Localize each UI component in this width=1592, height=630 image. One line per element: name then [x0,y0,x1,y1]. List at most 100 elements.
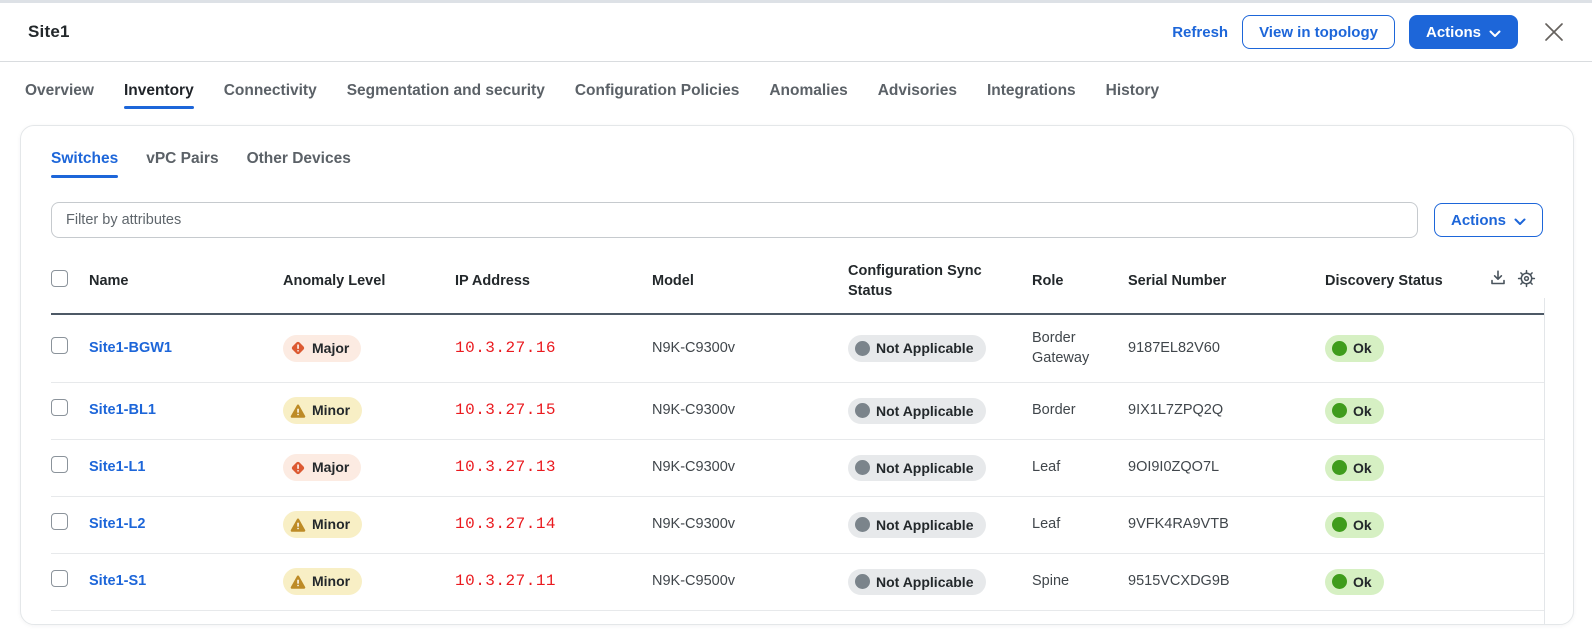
page-title: Site1 [28,22,70,42]
table-row[interactable]: Site1-L1 Major 10.3.27.13 N9K-C9300v Not… [51,440,1544,497]
tab-overview[interactable]: Overview [25,82,94,109]
role: Border Gateway [1032,330,1089,366]
switch-name-link[interactable]: Site1-S1 [89,573,146,589]
green-status-dot [1332,517,1347,532]
model: N9K-C9300v [652,340,735,356]
column-header-discovery-status[interactable]: Discovery Status [1325,252,1470,314]
tab-history[interactable]: History [1106,82,1159,109]
discovery-status-badge: Ok [1325,512,1384,539]
row-checkbox[interactable] [51,513,68,530]
model: N9K-C9500v [652,573,735,589]
switch-name-link[interactable]: Site1-BGW1 [89,340,172,356]
switch-name-link[interactable]: Site1-L2 [89,516,145,532]
actions-button[interactable]: Actions [1409,15,1518,49]
role: Leaf [1032,516,1060,532]
model: N9K-C9300v [652,402,735,418]
column-header-name[interactable]: Name [89,252,283,314]
column-header-ip-address[interactable]: IP Address [455,252,652,314]
column-settings-gear-icon[interactable] [1517,269,1536,295]
anomaly-level-badge: Major [283,335,361,362]
table-row[interactable]: Site1-L2 Minor 10.3.27.14 N9K-C9300v Not… [51,497,1544,554]
subtab-switches[interactable]: Switches [51,150,118,178]
discovery-status-badge: Ok [1325,455,1384,482]
tab-segmentation-and-security[interactable]: Segmentation and security [347,82,545,109]
column-header-anomaly-level[interactable]: Anomaly Level [283,252,455,314]
filter-input[interactable] [51,202,1418,238]
refresh-link[interactable]: Refresh [1172,24,1228,41]
tab-advisories[interactable]: Advisories [878,82,957,109]
row-checkbox[interactable] [51,570,68,587]
config-sync-status-label: Not Applicable [876,573,974,592]
ip-address: 10.3.27.13 [455,458,556,476]
select-all-checkbox[interactable] [51,270,68,287]
switch-name-link[interactable]: Site1-BL1 [89,402,156,418]
green-status-dot [1332,460,1347,475]
anomaly-level-label: Minor [312,515,350,534]
serial-number: 9OI9I0ZQO7L [1128,459,1219,475]
major-diamond-icon [290,460,306,476]
config-sync-status-label: Not Applicable [876,402,974,421]
switches-table: Name Anomaly Level IP Address Model Conf… [51,252,1544,625]
serial-number: 9515VCXDG9B [1128,573,1230,589]
config-sync-status-badge: Not Applicable [848,569,986,596]
model: N9K-C9300v [652,459,735,475]
tab-configuration-policies[interactable]: Configuration Policies [575,82,739,109]
tab-anomalies[interactable]: Anomalies [769,82,847,109]
ip-address: 10.3.27.11 [455,572,556,590]
panel-header: Site1 Refresh View in topology Actions [0,3,1592,61]
column-header-role[interactable]: Role [1032,252,1128,314]
anomaly-level-label: Major [312,458,349,477]
config-sync-status-label: Not Applicable [876,339,974,358]
table-row[interactable]: Site1-S2 Minor 10.3.27.12 N9K-C9500v Not… [51,611,1544,625]
config-sync-status-badge: Not Applicable [848,512,986,539]
view-in-topology-button[interactable]: View in topology [1242,15,1395,49]
anomaly-level-label: Minor [312,401,350,420]
anomaly-level-badge: Minor [283,511,362,538]
config-sync-status-label: Not Applicable [876,459,974,478]
discovery-status-badge: Ok [1325,398,1384,425]
row-checkbox[interactable] [51,399,68,416]
anomaly-level-label: Minor [312,572,350,591]
model: N9K-C9300v [652,516,735,532]
column-header-model[interactable]: Model [652,252,848,314]
gray-status-dot [855,460,870,475]
discovery-status-label: Ok [1353,339,1372,358]
role: Border [1032,402,1076,418]
minor-triangle-icon [290,517,306,533]
anomaly-level-label: Major [312,339,349,358]
tab-inventory[interactable]: Inventory [124,82,194,109]
download-icon[interactable] [1489,269,1507,294]
switch-name-link[interactable]: Site1-L1 [89,459,145,475]
table-row[interactable]: Site1-S1 Minor 10.3.27.11 N9K-C9500v Not… [51,554,1544,611]
row-checkbox[interactable] [51,337,68,354]
config-sync-status-badge: Not Applicable [848,335,986,362]
filter-row: Actions [51,202,1543,238]
discovery-status-badge: Ok [1325,569,1384,596]
close-icon[interactable] [1542,20,1566,44]
tab-bar: Overview Inventory Connectivity Segmenta… [0,62,1592,123]
role: Spine [1032,573,1069,589]
ip-address: 10.3.27.14 [455,515,556,533]
table-row[interactable]: Site1-BGW1 Major 10.3.27.16 N9K-C9300v N… [51,314,1544,383]
subtab-bar: Switches vPC Pairs Other Devices [51,150,1543,178]
discovery-status-label: Ok [1353,459,1372,478]
discovery-status-label: Ok [1353,573,1372,592]
table-row[interactable]: Site1-BL1 Minor 10.3.27.15 N9K-C9300v No… [51,383,1544,440]
view-in-topology-label: View in topology [1259,24,1378,41]
subtab-other-devices[interactable]: Other Devices [247,150,351,178]
column-header-config-sync-status[interactable]: Configuration Sync Status [848,252,1032,314]
gray-status-dot [855,517,870,532]
chevron-down-icon [1514,213,1526,230]
row-checkbox[interactable] [51,456,68,473]
green-status-dot [1332,574,1347,589]
column-header-serial-number[interactable]: Serial Number [1128,252,1325,314]
green-status-dot [1332,403,1347,418]
discovery-status-label: Ok [1353,516,1372,535]
table-actions-button[interactable]: Actions [1434,203,1543,237]
tab-connectivity[interactable]: Connectivity [224,82,317,109]
role: Leaf [1032,459,1060,475]
serial-number: 9IX1L7ZPQ2Q [1128,402,1223,418]
tab-integrations[interactable]: Integrations [987,82,1076,109]
subtab-vpc-pairs[interactable]: vPC Pairs [146,150,218,178]
minor-triangle-icon [290,574,306,590]
